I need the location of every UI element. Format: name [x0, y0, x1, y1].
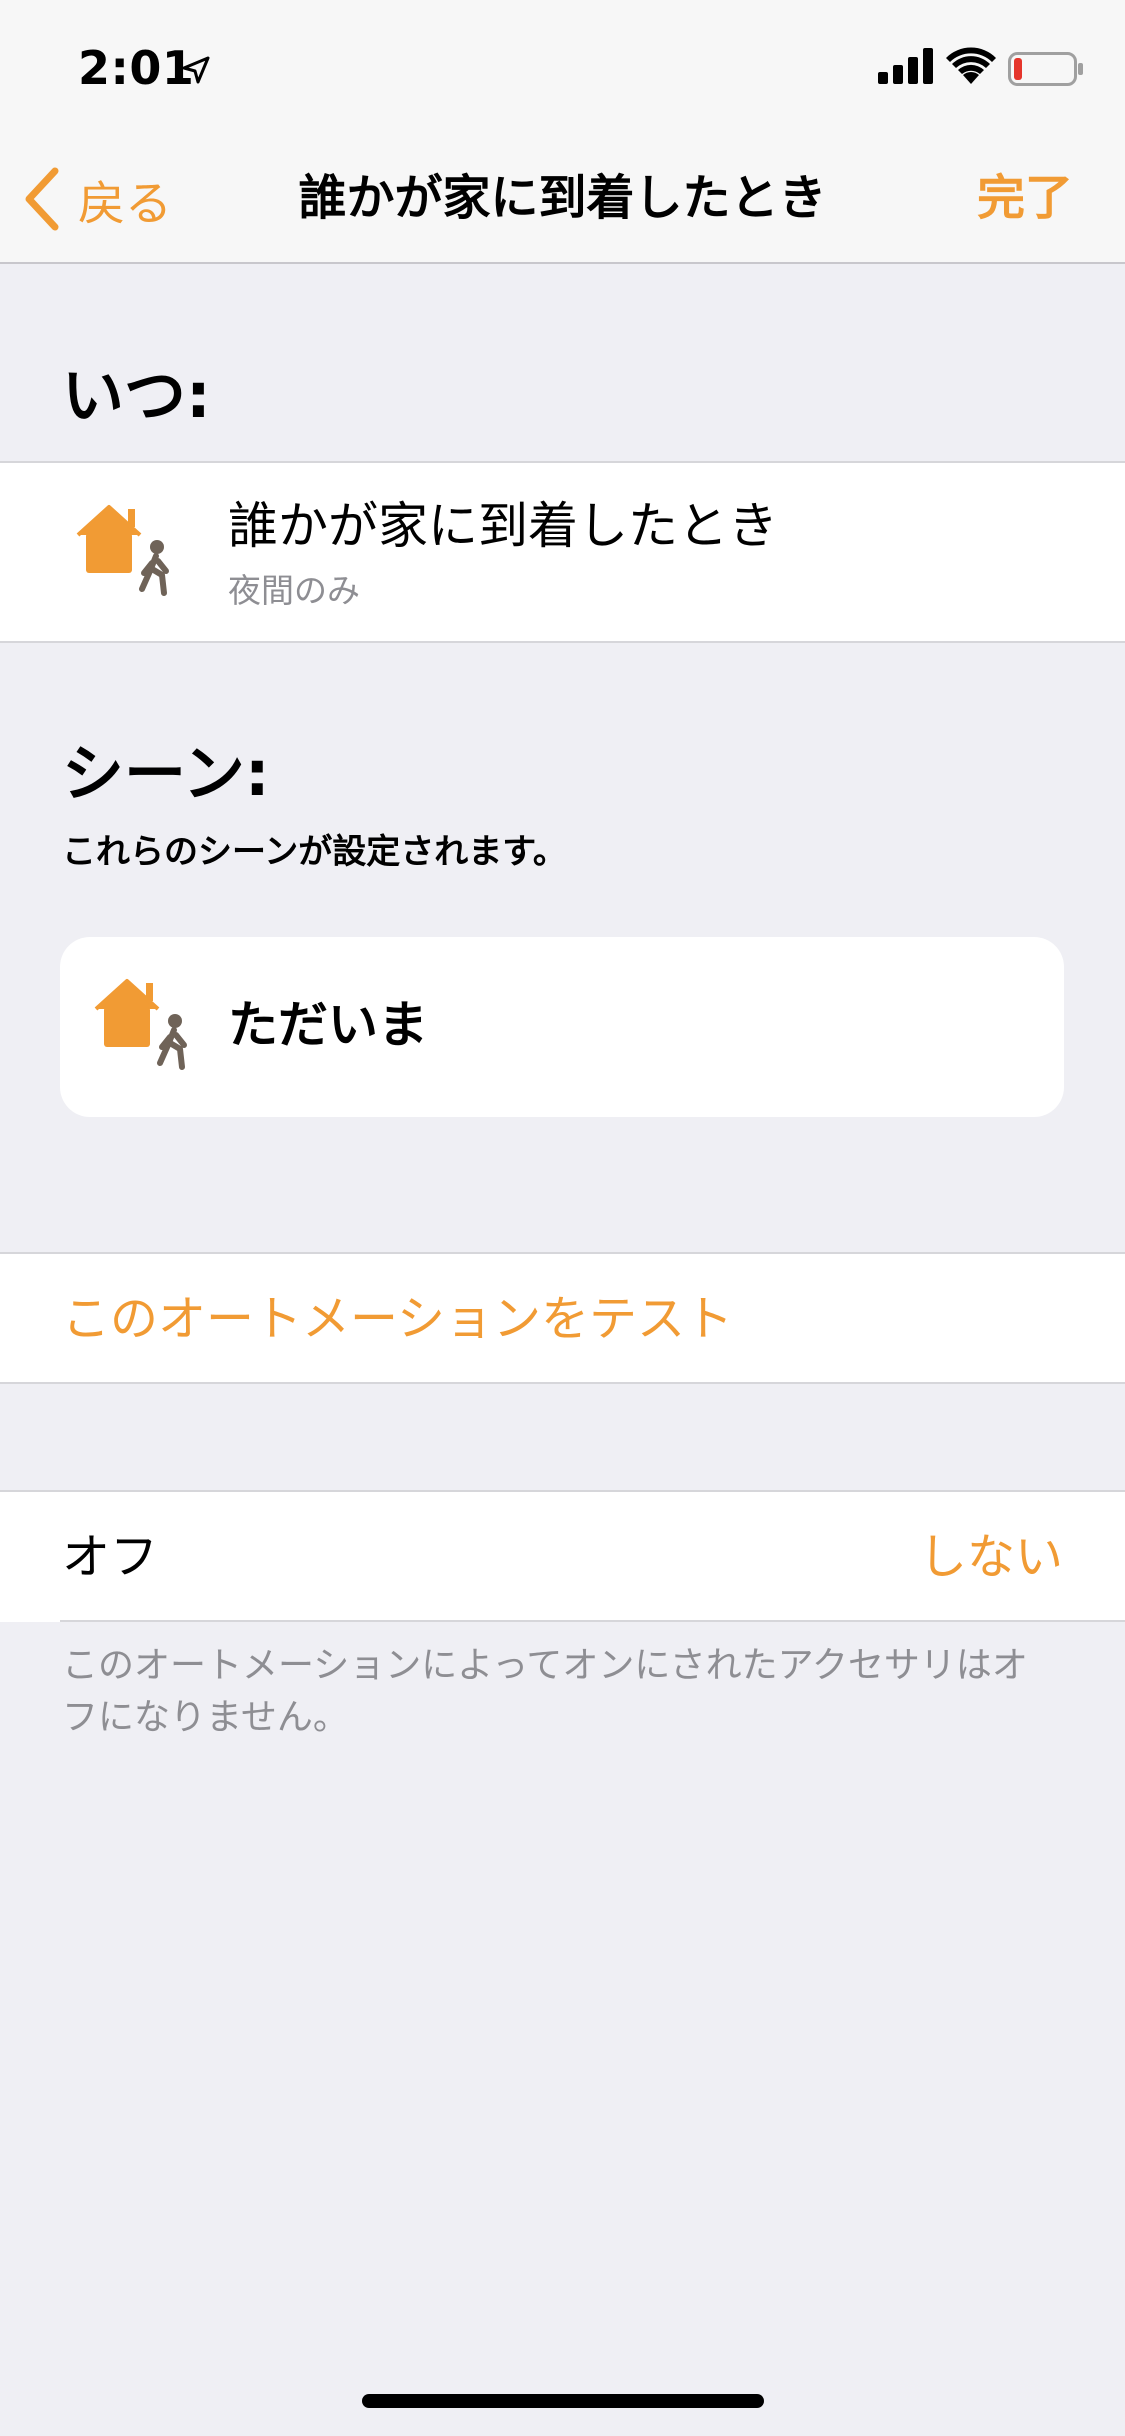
scene-tile[interactable]: ただいま: [60, 937, 1064, 1117]
back-label: 戻る: [78, 176, 172, 232]
off-label: オフ: [62, 1529, 159, 1585]
off-row[interactable]: オフ しない: [0, 1490, 1125, 1622]
status-time: 2:01: [78, 41, 195, 95]
test-automation-label: このオートメーションをテスト: [62, 1291, 734, 1347]
trigger-subtitle: 夜間のみ: [228, 571, 360, 610]
location-arrow-icon: [182, 56, 210, 84]
wifi-icon: [946, 47, 996, 84]
scenes-section-subtitle: これらのシーンが設定されます。: [62, 832, 567, 872]
scenes-section-title: シーン:: [62, 737, 270, 810]
status-bar: 2:01: [0, 0, 1125, 132]
trigger-row[interactable]: 誰かが家に到着したとき 夜間のみ: [0, 461, 1125, 643]
home-arrival-icon: [76, 505, 169, 596]
divider: [60, 1620, 1125, 1622]
off-value: しない: [918, 1529, 1063, 1585]
test-automation-button[interactable]: このオートメーションをテスト: [0, 1252, 1125, 1384]
page-title: 誰かが家に到着したとき: [298, 170, 827, 226]
back-button[interactable]: 戻る: [22, 164, 172, 234]
off-footnote: このオートメーションによってオンにされたアクセサリはオフになりません。: [62, 1645, 1028, 1738]
home-indicator[interactable]: [362, 2394, 764, 2408]
cellular-signal-icon: [878, 48, 933, 84]
battery-low-icon: [1008, 52, 1083, 86]
home-arrival-icon: [94, 979, 187, 1070]
done-button[interactable]: 完了: [977, 166, 1073, 230]
when-section-title: いつ:: [62, 359, 211, 432]
scene-label: ただいま: [228, 996, 428, 1054]
chevron-left-icon: [25, 167, 59, 231]
navigation-bar: 戻る 誰かが家に到着したとき 完了: [0, 132, 1125, 264]
trigger-title: 誰かが家に到着したとき: [228, 497, 778, 555]
